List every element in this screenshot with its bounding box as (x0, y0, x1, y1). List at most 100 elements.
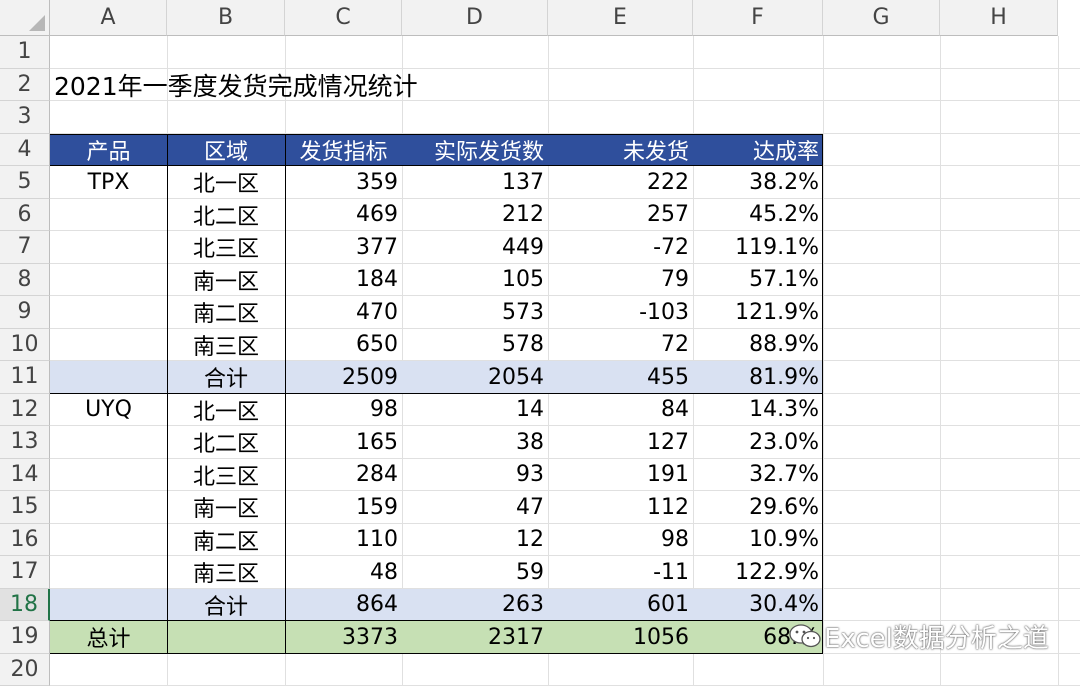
column-header-G[interactable]: G (823, 0, 940, 36)
empty-cell[interactable] (50, 264, 167, 297)
target-cell[interactable]: 284 (285, 459, 402, 492)
region-cell[interactable]: 北二区 (167, 199, 285, 232)
empty-cell[interactable] (50, 491, 167, 524)
region-cell[interactable]: 北三区 (167, 459, 285, 492)
actual-cell[interactable]: 449 (402, 231, 548, 264)
target-cell[interactable]: 469 (285, 199, 402, 232)
subtotal-empty-cell[interactable] (50, 361, 167, 394)
subtotal-label-cell[interactable]: 合计 (167, 588, 285, 621)
row-header-19[interactable]: 19 (0, 621, 50, 654)
region-cell[interactable]: 北二区 (167, 426, 285, 459)
row-header-2[interactable]: 2 (0, 68, 50, 101)
rate-cell[interactable]: 119.1% (693, 231, 823, 264)
empty-cell[interactable] (50, 459, 167, 492)
target-cell[interactable]: 377 (285, 231, 402, 264)
subtotal-pending-cell[interactable]: 455 (548, 361, 693, 394)
pending-cell[interactable]: 84 (548, 394, 693, 427)
pending-cell[interactable]: -72 (548, 231, 693, 264)
subtotal-target-cell[interactable]: 2509 (285, 361, 402, 394)
target-cell[interactable]: 184 (285, 264, 402, 297)
row-header-1[interactable]: 1 (0, 36, 50, 69)
column-header-H[interactable]: H (940, 0, 1058, 36)
actual-cell[interactable]: 137 (402, 166, 548, 199)
actual-cell[interactable]: 59 (402, 556, 548, 589)
actual-cell[interactable]: 93 (402, 459, 548, 492)
region-cell[interactable]: 南一区 (167, 491, 285, 524)
subtotal-rate-cell[interactable]: 81.9% (693, 361, 823, 394)
table-header-cell[interactable]: 产品 (50, 133, 167, 166)
rate-cell[interactable]: 29.6% (693, 491, 823, 524)
empty-cell[interactable] (50, 426, 167, 459)
row-header-3[interactable]: 3 (0, 101, 50, 134)
row-header-17[interactable]: 17 (0, 556, 50, 589)
actual-cell[interactable]: 14 (402, 394, 548, 427)
grand-total-pending-cell[interactable]: 1056 (548, 621, 693, 654)
actual-cell[interactable]: 573 (402, 296, 548, 329)
table-header-cell[interactable]: 发货指标 (285, 133, 402, 166)
rate-cell[interactable]: 23.0% (693, 426, 823, 459)
row-header-14[interactable]: 14 (0, 458, 50, 491)
region-cell[interactable]: 北三区 (167, 231, 285, 264)
row-header-9[interactable]: 9 (0, 296, 50, 329)
column-header-F[interactable]: F (693, 0, 823, 36)
row-header-20[interactable]: 20 (0, 653, 50, 686)
empty-cell[interactable] (50, 524, 167, 557)
target-cell[interactable]: 359 (285, 166, 402, 199)
rate-cell[interactable]: 121.9% (693, 296, 823, 329)
subtotal-label-cell[interactable]: 合计 (167, 361, 285, 394)
region-cell[interactable]: 南三区 (167, 556, 285, 589)
target-cell[interactable]: 650 (285, 329, 402, 362)
pending-cell[interactable]: 79 (548, 264, 693, 297)
pending-cell[interactable]: 127 (548, 426, 693, 459)
product-cell[interactable]: TPX (50, 166, 167, 199)
sheet-title[interactable]: 2021年一季度发货完成情况统计 (50, 69, 548, 102)
empty-cell[interactable] (50, 329, 167, 362)
target-cell[interactable]: 165 (285, 426, 402, 459)
row-header-8[interactable]: 8 (0, 263, 50, 296)
subtotal-target-cell[interactable]: 864 (285, 588, 402, 621)
empty-cell[interactable] (50, 199, 167, 232)
subtotal-pending-cell[interactable]: 601 (548, 588, 693, 621)
grand-total-empty-cell[interactable] (167, 621, 285, 654)
grand-total-target-cell[interactable]: 3373 (285, 621, 402, 654)
target-cell[interactable]: 110 (285, 524, 402, 557)
row-header-15[interactable]: 15 (0, 491, 50, 524)
rate-cell[interactable]: 10.9% (693, 524, 823, 557)
row-header-18[interactable]: 18 (0, 588, 50, 621)
grand-total-actual-cell[interactable]: 2317 (402, 621, 548, 654)
table-header-cell[interactable]: 区域 (167, 133, 285, 166)
region-cell[interactable]: 北一区 (167, 166, 285, 199)
region-cell[interactable]: 南一区 (167, 264, 285, 297)
rate-cell[interactable]: 45.2% (693, 199, 823, 232)
row-header-11[interactable]: 11 (0, 361, 50, 394)
grand-total-label-cell[interactable]: 总计 (50, 621, 167, 654)
pending-cell[interactable]: -103 (548, 296, 693, 329)
rate-cell[interactable]: 32.7% (693, 459, 823, 492)
row-header-13[interactable]: 13 (0, 426, 50, 459)
rate-cell[interactable]: 57.1% (693, 264, 823, 297)
actual-cell[interactable]: 38 (402, 426, 548, 459)
select-all-corner[interactable] (0, 0, 50, 36)
pending-cell[interactable]: 222 (548, 166, 693, 199)
rate-cell[interactable]: 122.9% (693, 556, 823, 589)
region-cell[interactable]: 南二区 (167, 296, 285, 329)
row-header-4[interactable]: 4 (0, 133, 50, 166)
row-header-12[interactable]: 12 (0, 393, 50, 426)
pending-cell[interactable]: 112 (548, 491, 693, 524)
table-header-cell[interactable]: 实际发货数 (402, 133, 548, 166)
table-header-cell[interactable]: 达成率 (693, 133, 823, 166)
rate-cell[interactable]: 14.3% (693, 394, 823, 427)
row-header-6[interactable]: 6 (0, 198, 50, 231)
empty-cell[interactable] (50, 556, 167, 589)
empty-cell[interactable] (50, 231, 167, 264)
column-header-A[interactable]: A (50, 0, 167, 36)
target-cell[interactable]: 98 (285, 394, 402, 427)
target-cell[interactable]: 159 (285, 491, 402, 524)
empty-cell[interactable] (50, 296, 167, 329)
pending-cell[interactable]: 72 (548, 329, 693, 362)
actual-cell[interactable]: 47 (402, 491, 548, 524)
target-cell[interactable]: 470 (285, 296, 402, 329)
pending-cell[interactable]: 257 (548, 199, 693, 232)
actual-cell[interactable]: 578 (402, 329, 548, 362)
rate-cell[interactable]: 38.2% (693, 166, 823, 199)
